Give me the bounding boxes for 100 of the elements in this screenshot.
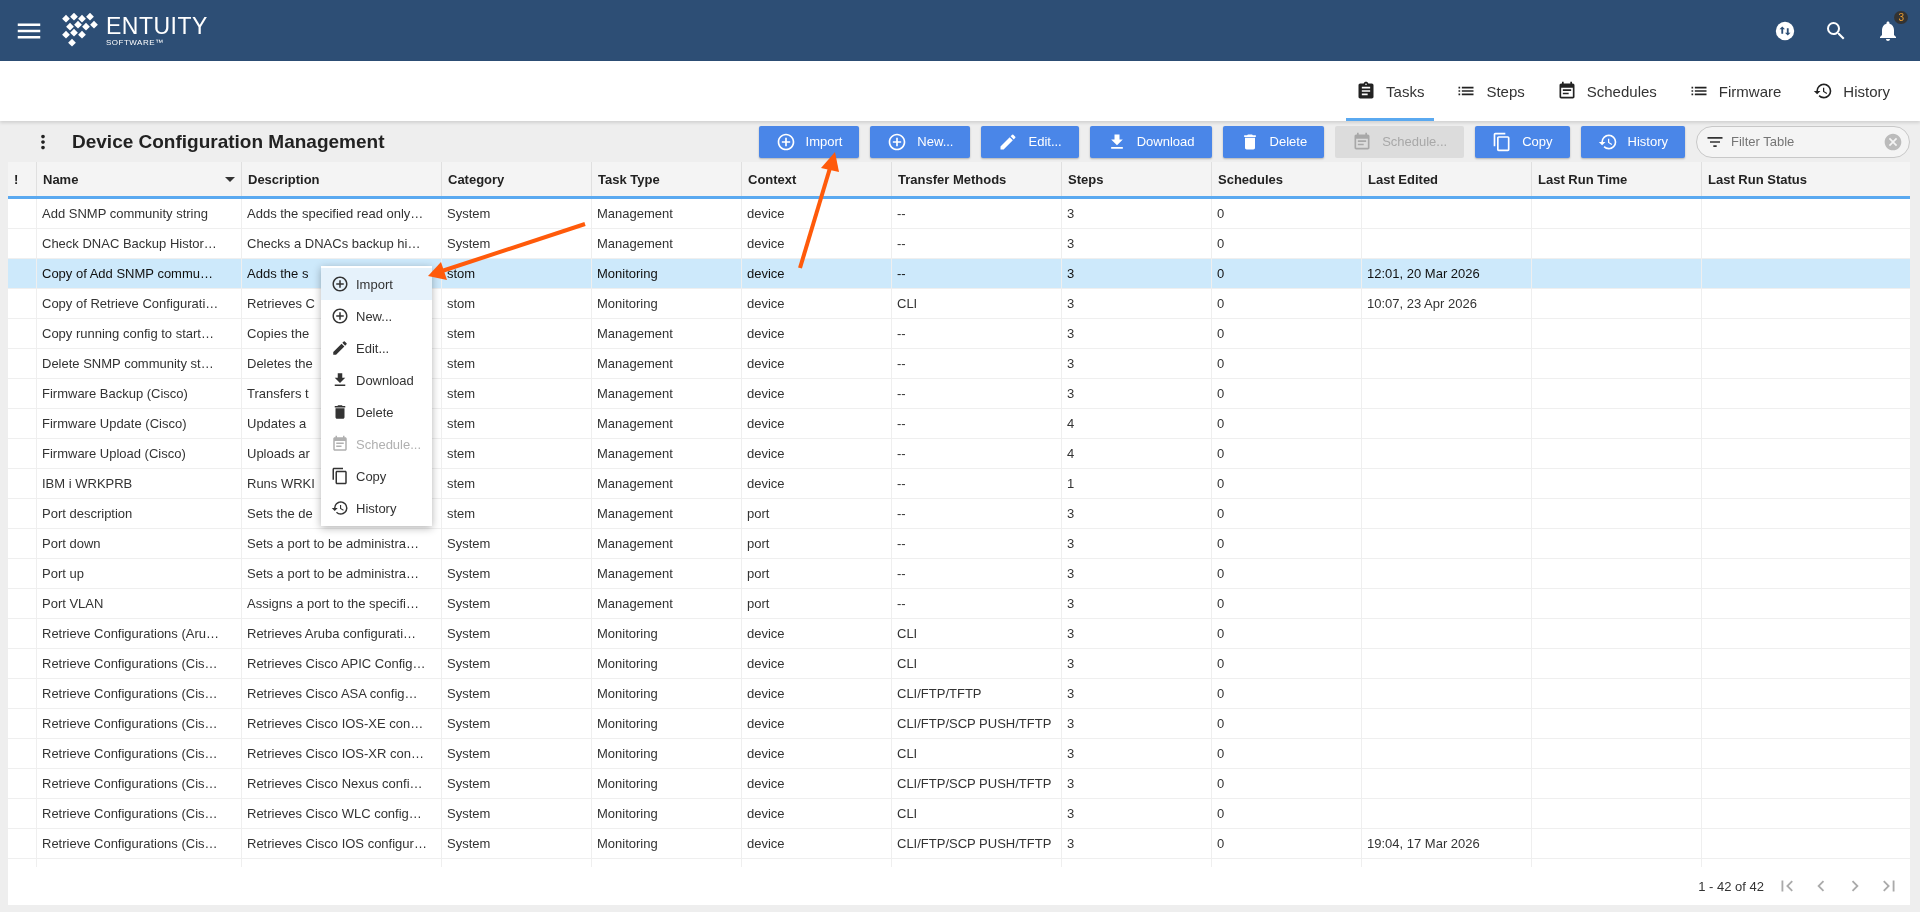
tab[interactable]: History [1803, 61, 1900, 121]
table-cell: 0 [1217, 776, 1225, 791]
calendar-icon [1352, 131, 1373, 152]
table-cell: Copy of Add SNMP commu… [42, 266, 213, 281]
table-cell: Check DNAC Backup Histor… [42, 236, 217, 251]
tab[interactable]: Firmware [1678, 61, 1792, 121]
column-header[interactable]: Category [441, 162, 591, 196]
table-cell: Monitoring [597, 806, 658, 821]
table-cell: stom [447, 296, 476, 311]
table-cell: System [447, 836, 491, 851]
toolbar-button[interactable]: New... [870, 125, 971, 158]
table-cell: stem [447, 416, 476, 431]
table-cell: 0 [1217, 716, 1225, 731]
column-header[interactable]: Steps [1061, 162, 1211, 196]
tab[interactable]: Tasks [1346, 61, 1435, 121]
table-cell: Updates a [247, 416, 307, 431]
table-cell: device [747, 626, 785, 641]
menu-item[interactable]: Copy [321, 460, 432, 492]
table-cell: 3 [1067, 236, 1075, 251]
table-cell: 3 [1067, 326, 1075, 341]
table-cell: 0 [1217, 626, 1225, 641]
table-cell: 3 [1067, 806, 1075, 821]
clipboard-icon [1356, 81, 1377, 101]
table-cell: 0 [1217, 266, 1225, 281]
table-cell: 3 [1067, 356, 1075, 371]
table-cell: device [747, 266, 785, 281]
table-cell: 3 [1067, 596, 1075, 611]
tab[interactable]: Steps [1446, 61, 1535, 121]
table-cell: Runs WRKI [247, 476, 315, 491]
table-cell: Retrieve Configurations (Cis… [42, 806, 218, 821]
column-header[interactable]: Schedules [1211, 162, 1361, 196]
table-cell: 3 [1067, 566, 1075, 581]
table-cell: Sets a port to be administra… [247, 536, 419, 551]
table-cell: Uploads ar [247, 446, 310, 461]
filter-input[interactable]: Filter Table [1729, 133, 1879, 150]
column-header[interactable]: Last Run Status [1701, 162, 1910, 196]
page-range: 1 - 42 of 42 [1698, 878, 1764, 894]
table-cell: 0 [1217, 746, 1225, 761]
toolbar-button[interactable]: Copy [1475, 125, 1570, 158]
menu-item[interactable]: Edit... [321, 332, 432, 364]
table-cell: Port up [42, 566, 84, 581]
menu-item[interactable]: Import [321, 268, 432, 300]
table-cell: Port description [42, 506, 133, 521]
table-cell: Management [597, 416, 673, 431]
table-cell: Retrieves Cisco ASA config… [247, 686, 418, 701]
column-header[interactable]: ! [8, 162, 36, 196]
column-header[interactable]: Last Run Time [1531, 162, 1701, 196]
table-cell: Retrieves Aruba configurati… [247, 626, 417, 641]
filter-field[interactable]: Filter Table [1696, 125, 1910, 158]
page-title: Device Configuration Management [72, 130, 385, 153]
table-cell: IBM i WRKPRB [42, 476, 133, 491]
table-cell: Monitoring [597, 626, 658, 641]
menu-item[interactable]: History [321, 492, 432, 524]
table-cell: System [447, 536, 491, 551]
table-cell: Retrieve Configurations (Cis… [42, 776, 218, 791]
tab[interactable]: Schedules [1546, 61, 1667, 121]
menu-item[interactable]: Download [321, 364, 432, 396]
logo-tagline: SOFTWARE™ [106, 38, 164, 47]
table-cell: 3 [1067, 626, 1075, 641]
table-cell: 1 [1067, 476, 1075, 491]
table-cell: CLI [897, 656, 918, 671]
table-cell: 0 [1217, 596, 1225, 611]
table-cell: Firmware Upload (Cisco) [42, 446, 186, 461]
table-cell: Delete SNMP community st… [42, 356, 214, 371]
table-cell: Management [597, 206, 673, 221]
history-icon [331, 499, 349, 517]
table-cell: CLI/FTP/SCP PUSH/TFTP [897, 836, 1052, 851]
column-header[interactable]: Description [241, 162, 441, 196]
menu-item[interactable]: Delete [321, 396, 432, 428]
table-cell: Retrieves Cisco APIC Config… [247, 656, 426, 671]
toolbar-button[interactable]: History [1580, 125, 1685, 158]
table-cell: Retrieve Configurations (Cis… [42, 716, 218, 731]
table-cell: Adds the specified read only… [247, 206, 424, 221]
menu-item[interactable]: New... [321, 300, 432, 332]
toolbar-button[interactable]: Import [758, 125, 860, 158]
table-cell: Copies the [247, 326, 310, 341]
table-cell: device [747, 746, 785, 761]
table-cell: Management [597, 596, 673, 611]
column-header[interactable]: Task Type [591, 162, 741, 196]
table-cell: Management [597, 386, 673, 401]
table-cell: port [747, 596, 770, 611]
table-cell: 19:04, 17 Mar 2026 [1367, 836, 1480, 851]
table-cell: Port VLAN [42, 596, 104, 611]
table-cell: Adds the s [247, 266, 309, 281]
table-cell: 0 [1217, 356, 1225, 371]
table-cell: CLI [897, 746, 918, 761]
column-header[interactable]: Name [36, 162, 241, 196]
table-cell: 3 [1067, 266, 1075, 281]
toolbar-button[interactable]: Edit... [981, 125, 1079, 158]
toolbar-button[interactable]: Delete [1222, 125, 1325, 158]
table-cell: Copy of Retrieve Configurati… [42, 296, 219, 311]
arrows-circle-icon[interactable] [1774, 19, 1796, 42]
table-cell: 0 [1217, 416, 1225, 431]
table-cell: 3 [1067, 746, 1075, 761]
table-cell: 0 [1217, 476, 1225, 491]
column-header[interactable]: Transfer Methods [891, 162, 1061, 196]
table-cell: Checks a DNACs backup hi… [247, 236, 421, 251]
table-cell: Monitoring [597, 746, 658, 761]
toolbar-button[interactable]: Download [1089, 125, 1212, 158]
column-header[interactable]: Last Edited [1361, 162, 1531, 196]
